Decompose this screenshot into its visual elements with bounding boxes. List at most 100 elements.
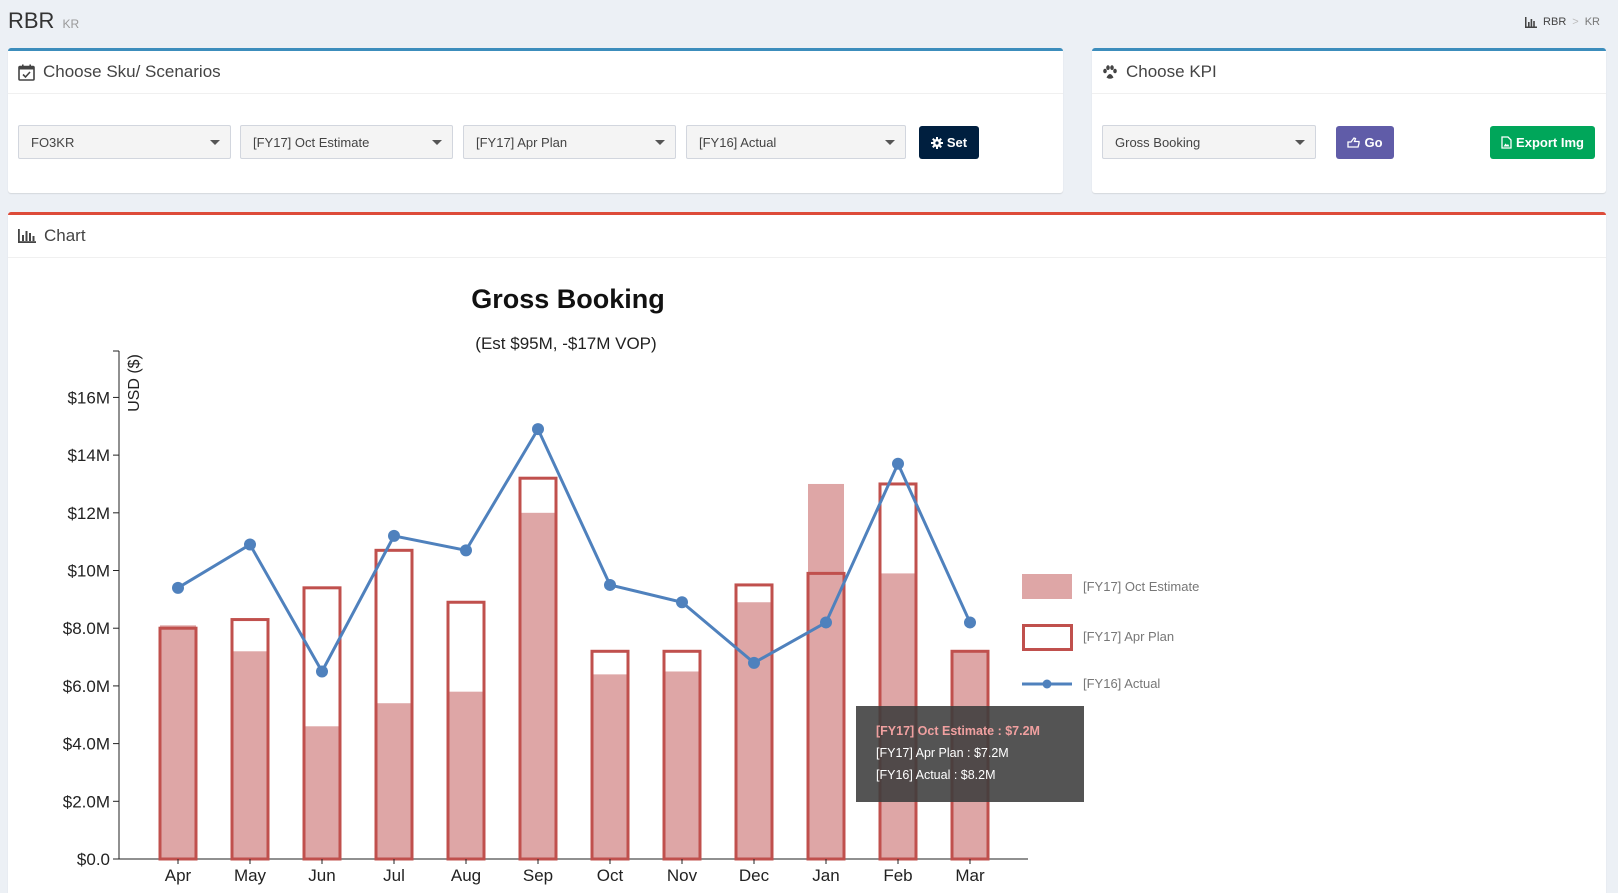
y-tick-label: $0.0 <box>77 850 110 869</box>
estimate-bar <box>304 726 340 859</box>
breadcrumb-item-rbr[interactable]: RBR <box>1543 16 1566 28</box>
actual-point <box>244 538 256 551</box>
chart-panel: Chart Gross Booking (Est $95M, -$17M VOP)… <box>8 212 1606 893</box>
actual-point <box>820 616 832 629</box>
actual-point <box>676 596 688 609</box>
estimate-bar <box>808 483 844 859</box>
estimate-bar <box>736 602 772 859</box>
legend-estimate-label: [FY17] Oct Estimate <box>1083 579 1199 594</box>
bar-chart-icon <box>1525 16 1538 28</box>
actual-point <box>316 665 328 678</box>
y-tick-label: $6.0M <box>63 677 110 696</box>
page-subtitle: KR <box>62 17 80 31</box>
x-tick-label: Jun <box>308 866 335 885</box>
sku-select[interactable]: FO3KR <box>18 125 231 159</box>
y-tick-label: $12M <box>67 504 110 523</box>
breadcrumb-item-kr: KR <box>1584 16 1600 28</box>
actual-point <box>604 578 616 591</box>
x-tick-label: Jan <box>812 866 839 885</box>
estimate-bar <box>376 703 412 859</box>
x-tick-label: Oct <box>597 866 624 885</box>
chart-panel-header: Chart <box>8 215 1606 258</box>
kpi-panel-title: Choose KPI <box>1126 62 1217 81</box>
export-img-button[interactable]: Export Img <box>1490 126 1595 159</box>
go-button[interactable]: Go <box>1336 126 1394 159</box>
set-button[interactable]: Set <box>919 126 979 159</box>
y-tick-label: $2.0M <box>63 792 110 811</box>
gross-booking-chart: Gross Booking (Est $95M, -$17M VOP) $0.0 $2… <box>63 284 1200 885</box>
x-tick-label: May <box>234 866 267 885</box>
actual-point <box>964 616 976 629</box>
sku-panel-header: Choose Sku/ Scenarios <box>8 51 1063 94</box>
estimate-bar <box>520 512 556 859</box>
paw-icon <box>1103 64 1117 79</box>
y-axis-label: USD ($) <box>126 354 143 412</box>
chevron-down-icon <box>1295 140 1305 145</box>
scenario-select-1[interactable]: [FY17] Oct Estimate <box>240 125 453 159</box>
legend-plan-swatch <box>1022 624 1073 651</box>
legend-plan-label: [FY17] Apr Plan <box>1083 629 1174 644</box>
actual-point <box>460 544 472 557</box>
x-tick-label: Jul <box>383 866 405 885</box>
legend-actual-marker <box>1042 679 1052 689</box>
y-tick-label: $14M <box>67 446 110 465</box>
scenario-select-2-value: [FY17] Apr Plan <box>476 134 568 150</box>
estimate-bar <box>160 625 196 859</box>
tooltip-plan: [FY17] Apr Plan : $7.2M <box>876 746 1009 760</box>
go-button-label: Go <box>1364 135 1383 150</box>
breadcrumb: RBR > KR <box>1525 16 1600 28</box>
chevron-down-icon <box>885 140 895 145</box>
export-img-label: Export Img <box>1516 135 1584 150</box>
calendar-check-icon <box>18 64 35 81</box>
tooltip-estimate: [FY17] Oct Estimate : $7.2M <box>876 724 1040 738</box>
scenario-select-1-value: [FY17] Oct Estimate <box>253 134 370 150</box>
actual-point <box>748 656 760 669</box>
actual-point <box>388 529 400 542</box>
hand-pointer-icon <box>1347 137 1361 148</box>
kpi-select-value: Gross Booking <box>1115 134 1201 150</box>
actual-point <box>172 581 184 594</box>
sku-panel-title: Choose Sku/ Scenarios <box>43 62 221 81</box>
sku-select-value: FO3KR <box>31 134 75 150</box>
y-tick-label: $16M <box>67 388 110 407</box>
estimate-bar <box>664 671 700 859</box>
estimate-bar <box>592 674 628 859</box>
x-tick-label: Aug <box>451 866 481 885</box>
estimate-bar <box>448 691 484 859</box>
x-tick-label: Feb <box>883 866 912 885</box>
image-file-icon <box>1501 136 1512 149</box>
scenario-select-3[interactable]: [FY16] Actual <box>686 125 906 159</box>
legend-estimate-swatch <box>1022 574 1072 599</box>
kpi-panel-header: Choose KPI <box>1092 51 1606 94</box>
chevron-down-icon <box>432 140 442 145</box>
scenario-select-2[interactable]: [FY17] Apr Plan <box>463 125 676 159</box>
kpi-panel: Choose KPI Gross Booking Go Export Img <box>1092 48 1606 193</box>
scenario-select-3-value: [FY16] Actual <box>699 134 777 150</box>
chart-title: Gross Booking <box>471 284 665 314</box>
x-tick-label: Mar <box>955 866 985 885</box>
x-tick-label: Apr <box>165 866 192 885</box>
estimate-bar <box>232 651 268 859</box>
gear-icon <box>930 136 943 149</box>
y-tick-label: $8.0M <box>63 619 110 638</box>
breadcrumb-separator: > <box>1572 16 1579 28</box>
x-tick-label: Dec <box>739 866 770 885</box>
legend-actual-label: [FY16] Actual <box>1083 676 1160 691</box>
actual-point <box>892 457 904 470</box>
page-title: RBR <box>8 8 55 33</box>
tooltip-actual: [FY16] Actual : $8.2M <box>876 768 996 782</box>
bar-chart-icon <box>18 229 36 243</box>
y-tick-label: $4.0M <box>63 735 110 754</box>
set-button-label: Set <box>946 135 968 150</box>
actual-point <box>532 423 544 436</box>
chevron-down-icon <box>655 140 665 145</box>
sku-scenarios-panel: Choose Sku/ Scenarios FO3KR [FY17] Oct E… <box>8 48 1063 193</box>
chart-tooltip: [FY17] Oct Estimate : $7.2M [FY17] Apr P… <box>856 706 1084 802</box>
y-tick-label: $10M <box>67 562 110 581</box>
x-tick-label: Sep <box>523 866 553 885</box>
page-header: RBR KR <box>8 8 79 36</box>
chart-panel-title: Chart <box>44 226 86 245</box>
x-tick-label: Nov <box>667 866 698 885</box>
kpi-select[interactable]: Gross Booking <box>1102 125 1316 159</box>
actual-line <box>177 425 972 675</box>
